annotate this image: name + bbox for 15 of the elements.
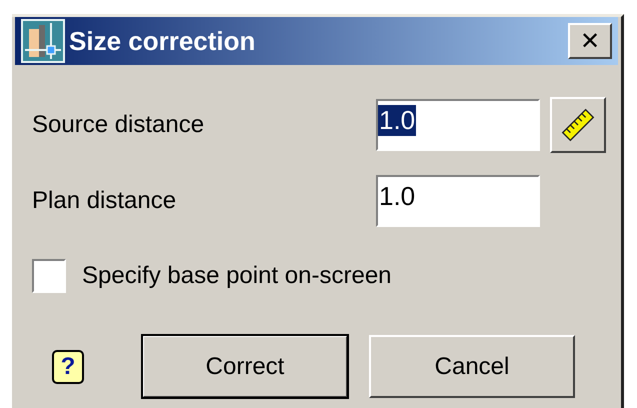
- measure-button[interactable]: [550, 97, 606, 153]
- input-field[interactable]: 1.0: [376, 99, 540, 151]
- field-value: 1.0: [378, 180, 416, 212]
- app-icon: [21, 19, 65, 63]
- dialog-button[interactable]: Cancel: [369, 335, 575, 398]
- field-value: 1.0: [378, 105, 416, 136]
- help-button[interactable]: ?: [52, 350, 84, 384]
- field-label: Plan distance: [32, 186, 178, 214]
- checkbox-label: Specify base point on-screen: [82, 262, 392, 290]
- window-title: Size correction: [69, 26, 256, 56]
- dialog-button[interactable]: Correct: [142, 335, 348, 398]
- field-label: Source distance: [32, 111, 206, 139]
- checkbox[interactable]: [32, 259, 66, 293]
- close-button[interactable]: ✕: [568, 23, 612, 59]
- input-field[interactable]: 1.0: [376, 174, 540, 226]
